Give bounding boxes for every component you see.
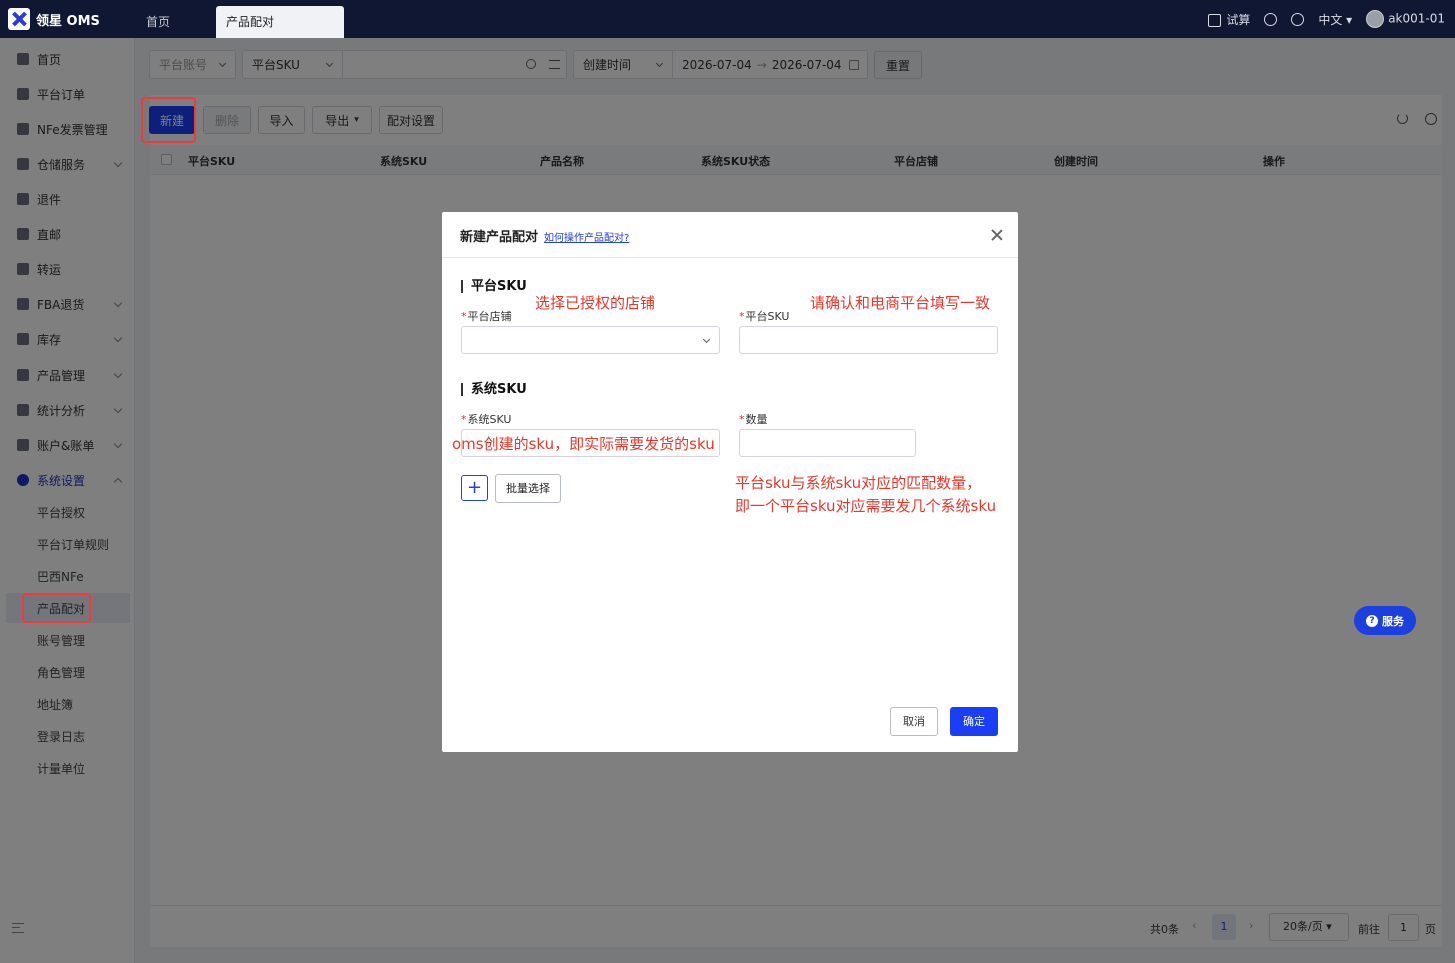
settings-icon[interactable]	[1291, 12, 1305, 26]
tab-product-pairing[interactable]: 产品配对	[216, 6, 344, 38]
logo-icon	[8, 8, 30, 30]
tab-home[interactable]: 首页	[136, 6, 180, 38]
quantity-label-text: 数量	[745, 413, 768, 426]
dialog-title: 新建产品配对	[460, 230, 539, 245]
trial-button[interactable]: 试算	[1208, 11, 1250, 28]
download-icon[interactable]	[1264, 12, 1278, 26]
service-label: 服务	[1382, 614, 1404, 628]
user-name: ak001-01	[1388, 11, 1445, 26]
service-button[interactable]: ? 服务	[1354, 606, 1416, 635]
system-sku-label: *系统SKU	[461, 413, 512, 426]
chevron-down-icon	[702, 335, 711, 344]
avatar	[1366, 10, 1385, 28]
platform-sku-label-text: 平台SKU	[745, 310, 790, 323]
section-system-sku: 系统SKU	[461, 383, 527, 396]
confirm-button[interactable]: 确定	[950, 707, 998, 736]
help-link[interactable]: 如何操作产品配对?	[544, 229, 629, 244]
system-sku-label-text: 系统SKU	[467, 413, 512, 426]
section-platform-sku: 平台SKU	[461, 280, 527, 293]
calculator-icon	[1208, 13, 1222, 27]
product-pairing-highlight	[22, 593, 91, 623]
platform-sku-label: *平台SKU	[739, 310, 790, 323]
app-logo[interactable]: 领星 OMS	[8, 8, 100, 30]
quantity-annotation-line2: 即一个平台sku对应需要发几个系统sku	[735, 497, 997, 515]
platform-sku-input[interactable]	[739, 326, 998, 354]
new-pairing-dialog: 新建产品配对 如何操作产品配对? 平台SKU *平台店铺 *平台SKU 系统SK…	[442, 212, 1018, 752]
trial-label: 试算	[1226, 12, 1251, 27]
new-button-highlight	[141, 97, 196, 143]
platform-sku-annotation: 请确认和电商平台填写一致	[810, 294, 991, 312]
top-bar: 领星 OMS 首页 产品配对 试算 中文 ▾ ak001-01	[0, 0, 1455, 38]
close-icon[interactable]	[991, 229, 1002, 240]
top-right-tools: 试算 中文 ▾ ak001-01	[1208, 0, 1445, 38]
user-menu[interactable]: ak001-01	[1366, 10, 1445, 28]
store-label: *平台店铺	[461, 310, 512, 323]
question-icon: ?	[1366, 614, 1378, 627]
quantity-label: *数量	[739, 413, 768, 426]
cancel-button[interactable]: 取消	[890, 707, 938, 736]
language-selector[interactable]: 中文 ▾	[1318, 11, 1352, 28]
system-sku-annotation: oms创建的sku，即实际需要发货的sku	[452, 435, 715, 453]
dialog-header: 新建产品配对 如何操作产品配对?	[442, 212, 1018, 258]
store-label-text: 平台店铺	[467, 310, 512, 323]
language-label: 中文	[1318, 12, 1343, 27]
bulk-select-button[interactable]: 批量选择	[495, 474, 561, 503]
quantity-annotation-line1: 平台sku与系统sku对应的匹配数量，	[735, 474, 982, 492]
app-name: 领星 OMS	[36, 13, 100, 29]
store-annotation: 选择已授权的店铺	[535, 294, 656, 312]
quantity-input[interactable]	[739, 429, 916, 457]
add-row-button[interactable]: +	[461, 475, 488, 501]
store-select[interactable]	[461, 326, 720, 354]
